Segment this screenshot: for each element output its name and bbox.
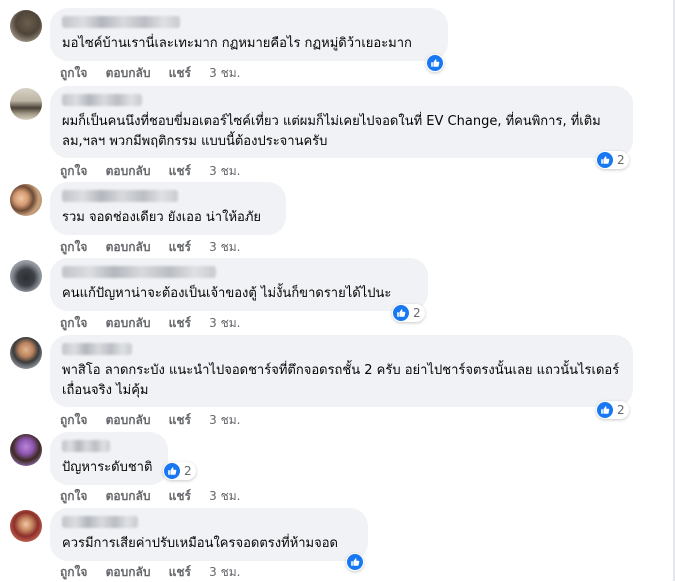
share-link[interactable]: แชร์: [169, 238, 191, 257]
share-link[interactable]: แชร์: [169, 314, 191, 333]
like-link[interactable]: ถูกใจ: [60, 238, 87, 257]
comment-actions: ถูกใจ ตอบกลับ แชร์ 3 ชม.: [60, 314, 255, 333]
reaction-badge[interactable]: 2: [392, 304, 425, 322]
comment-text: ควรมีการเสียค่าปรับเหมือนใครจอดตรงที่ห้า…: [62, 536, 338, 551]
comment-text: พาสิโอ ลาดกระบัง แนะนำไปจอดชาร์จที่ตึกจอ…: [62, 363, 620, 398]
share-link[interactable]: แชร์: [169, 487, 191, 506]
avatar[interactable]: [10, 88, 42, 120]
like-link[interactable]: ถูกใจ: [60, 411, 87, 430]
commenter-name-blurred[interactable]: [62, 190, 178, 202]
share-link[interactable]: แชร์: [169, 162, 191, 181]
like-link[interactable]: ถูกใจ: [60, 314, 87, 333]
reply-link[interactable]: ตอบกลับ: [106, 162, 151, 181]
reaction-count: 2: [617, 153, 625, 167]
comment-bubble: คนแก้ปัญหาน่าจะต้องเป็นเจ้าของตู้ ไม่งั้…: [50, 258, 428, 311]
reply-link[interactable]: ตอบกลับ: [106, 411, 151, 430]
comment-bubble: มอไซค์บ้านเรานี่เละเทะมาก กฏหมายคือไร กฏ…: [50, 8, 448, 61]
comment-bubble: ผมก็เป็นคนนึงที่ชอบขี่มอเตอร์ไซค์เที่ยว …: [50, 86, 633, 158]
share-link[interactable]: แชร์: [169, 563, 191, 582]
comment-bubble: รวม จอดช่องเดียว ยังเออ น่าให้อภัย: [50, 182, 286, 235]
reaction-count: 2: [184, 464, 192, 478]
reply-link[interactable]: ตอบกลับ: [106, 563, 151, 582]
like-link[interactable]: ถูกใจ: [60, 487, 87, 506]
commenter-name-blurred[interactable]: [62, 516, 138, 528]
comment-actions: ถูกใจ ตอบกลับ แชร์ 3 ชม.: [60, 411, 255, 430]
reply-link[interactable]: ตอบกลับ: [106, 314, 151, 333]
timestamp[interactable]: 3 ชม.: [209, 314, 240, 333]
comment-text: ปัญหาระดับชาติ: [62, 460, 153, 475]
comment-bubble: ปัญหาระดับชาติ: [50, 432, 168, 485]
timestamp[interactable]: 3 ชม.: [209, 162, 240, 181]
reply-link[interactable]: ตอบกลับ: [106, 487, 151, 506]
commenter-name-blurred[interactable]: [62, 94, 142, 106]
comment-actions: ถูกใจ ตอบกลับ แชร์ 3 ชม.: [60, 238, 255, 257]
avatar[interactable]: [10, 337, 42, 369]
timestamp[interactable]: 3 ชม.: [209, 487, 240, 506]
like-thumb-icon: [427, 55, 443, 71]
comment-bubble: ควรมีการเสียค่าปรับเหมือนใครจอดตรงที่ห้า…: [50, 508, 368, 561]
reaction-badge[interactable]: [426, 54, 444, 72]
timestamp[interactable]: 3 ชม.: [209, 238, 240, 257]
comment-actions: ถูกใจ ตอบกลับ แชร์ 3 ชม.: [60, 487, 255, 506]
timestamp[interactable]: 3 ชม.: [209, 64, 240, 83]
comment-bubble: พาสิโอ ลาดกระบัง แนะนำไปจอดชาร์จที่ตึกจอ…: [50, 335, 633, 407]
comment-text: รวม จอดช่องเดียว ยังเออ น่าให้อภัย: [62, 210, 262, 225]
like-thumb-icon: [164, 463, 180, 479]
like-link[interactable]: ถูกใจ: [60, 64, 87, 83]
like-thumb-icon: [597, 152, 613, 168]
like-link[interactable]: ถูกใจ: [60, 563, 87, 582]
reaction-badge[interactable]: [346, 553, 364, 571]
comment-actions: ถูกใจ ตอบกลับ แชร์ 3 ชม.: [60, 563, 255, 582]
commenter-name-blurred[interactable]: [62, 266, 216, 278]
reply-link[interactable]: ตอบกลับ: [106, 238, 151, 257]
commenter-name-blurred[interactable]: [62, 16, 180, 28]
like-thumb-icon: [393, 305, 409, 321]
reaction-count: 2: [413, 306, 421, 320]
share-link[interactable]: แชร์: [169, 411, 191, 430]
reply-link[interactable]: ตอบกลับ: [106, 64, 151, 83]
avatar[interactable]: [10, 434, 42, 466]
reaction-count: 2: [617, 403, 625, 417]
like-link[interactable]: ถูกใจ: [60, 162, 87, 181]
reaction-badge[interactable]: 2: [163, 462, 196, 480]
timestamp[interactable]: 3 ชม.: [209, 563, 240, 582]
timestamp[interactable]: 3 ชม.: [209, 411, 240, 430]
comment-actions: ถูกใจ ตอบกลับ แชร์ 3 ชม.: [60, 64, 255, 83]
comment-text: มอไซค์บ้านเรานี่เละเทะมาก กฏหมายคือไร กฏ…: [62, 36, 412, 51]
comment-actions: ถูกใจ ตอบกลับ แชร์ 3 ชม.: [60, 162, 255, 181]
avatar[interactable]: [10, 10, 42, 42]
comment-text: คนแก้ปัญหาน่าจะต้องเป็นเจ้าของตู้ ไม่งั้…: [62, 286, 392, 301]
avatar[interactable]: [10, 184, 42, 216]
like-thumb-icon: [347, 554, 363, 570]
share-link[interactable]: แชร์: [169, 64, 191, 83]
commenter-name-blurred[interactable]: [62, 343, 132, 355]
comment-text: ผมก็เป็นคนนึงที่ชอบขี่มอเตอร์ไซค์เที่ยว …: [62, 114, 601, 149]
commenter-name-blurred[interactable]: [62, 440, 110, 452]
reaction-badge[interactable]: 2: [596, 151, 629, 169]
reaction-badge[interactable]: 2: [596, 401, 629, 419]
avatar[interactable]: [10, 260, 42, 292]
like-thumb-icon: [597, 402, 613, 418]
avatar[interactable]: [10, 510, 42, 542]
